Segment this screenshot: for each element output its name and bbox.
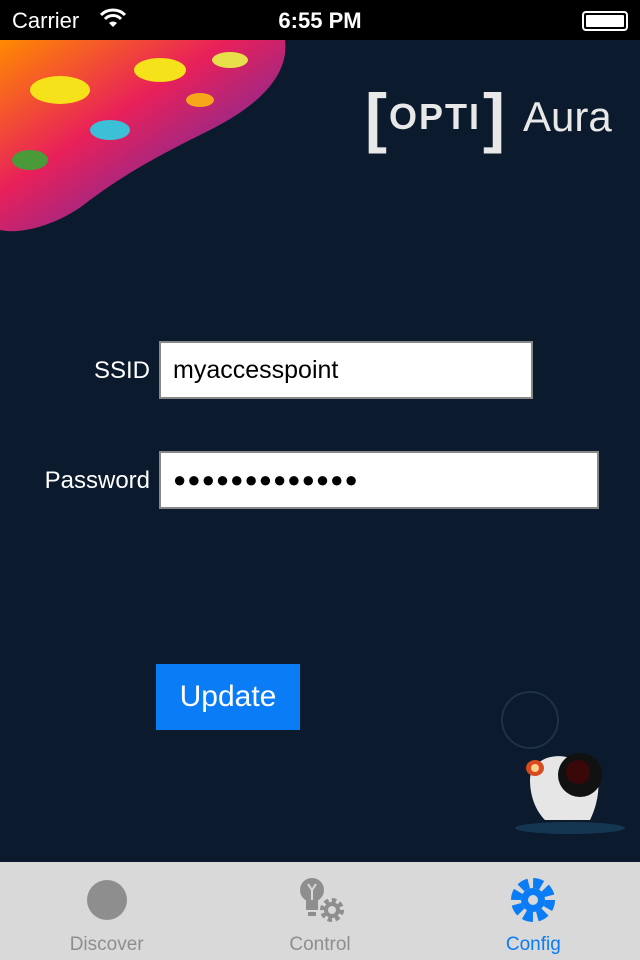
paint-splash-image <box>0 40 286 232</box>
aura-device-image <box>501 691 625 834</box>
bulb-gear-icon <box>299 878 344 922</box>
ssid-label: SSID <box>93 357 150 384</box>
circle-icon <box>86 880 127 920</box>
battery-icon <box>582 11 628 31</box>
password-label: Password <box>44 467 150 494</box>
tab-label: Config <box>505 934 561 955</box>
ssid-input[interactable]: myaccesspoint <box>159 341 533 399</box>
gear-icon <box>511 878 556 922</box>
tab-config[interactable]: Config <box>427 862 640 960</box>
tab-label: Discover <box>69 934 144 955</box>
tab-label: Control <box>289 934 351 955</box>
tab-bar: Discover Control Config <box>0 862 640 960</box>
update-button[interactable]: Update <box>156 664 300 730</box>
clock: 6:55 PM <box>278 8 362 33</box>
tab-discover[interactable]: Discover <box>0 862 213 960</box>
password-input[interactable]: ●●●●●●●●●●●●● <box>159 451 599 509</box>
tab-control[interactable]: Control <box>213 862 426 960</box>
status-bar: Carrier 6:55 PM <box>0 0 640 40</box>
opti-aura-logo: [ OPTI ] Aura <box>365 80 612 154</box>
